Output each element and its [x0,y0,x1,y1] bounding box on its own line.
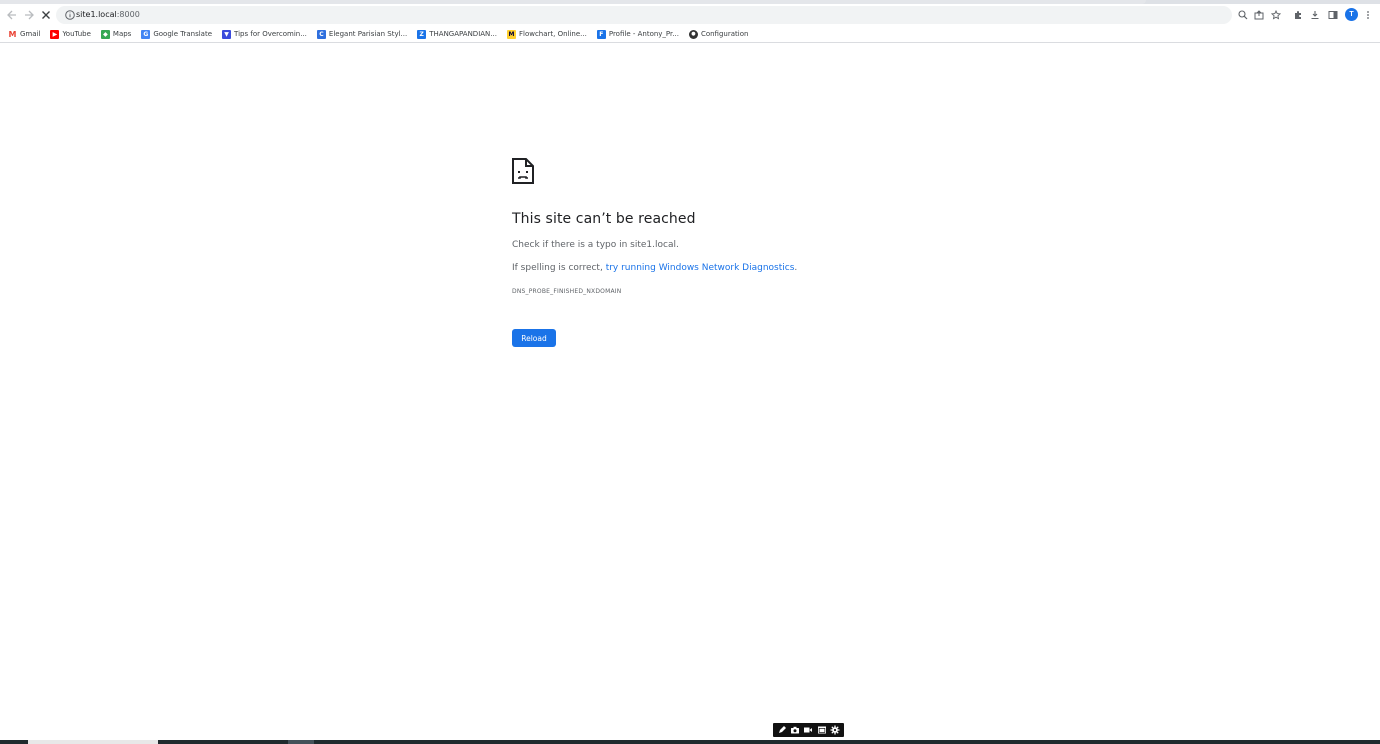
bookmark-label: Elegant Parisian Styl... [328,30,408,38]
gear-icon [830,725,840,735]
share-icon [1254,10,1264,20]
download-icon [1311,11,1319,20]
video-camera-icon [804,727,813,733]
bookmark-label: YouTube [62,30,91,38]
capture-settings-button[interactable] [829,724,841,736]
close-icon [42,11,50,19]
screen-capture-toolbar [773,723,844,737]
bookmarks-bar: M Gmail ▶ YouTube ◆ Maps G Google Translate ▼ Tip… [0,26,1380,43]
bookmark-label: Google Translate [153,30,213,38]
puzzle-icon [1295,11,1301,19]
bookmark-item[interactable]: ◆ Maps [100,27,132,41]
miro-icon: M [506,29,516,39]
menu-button[interactable] [1361,7,1375,23]
capture-window-button[interactable] [816,724,828,736]
bookmark-item[interactable]: G Google Translate [141,27,212,41]
capture-screenshot-button[interactable] [789,724,801,736]
arrow-right-icon [25,10,34,20]
address-bar[interactable]: site1.local:8000 [56,6,1232,24]
url-text[interactable]: site1.local:8000 [76,9,140,21]
info-icon[interactable] [64,9,76,21]
window-icon [817,726,826,734]
bookmark-item[interactable]: ▼ Tips for Overcomin... [222,27,307,41]
bookmark-star-button[interactable] [1269,7,1283,23]
bookmark-label: Flowchart, Online... [518,30,587,38]
arrow-left-icon [7,10,16,20]
bookmark-label: Maps [112,30,132,38]
bookmark-item[interactable]: ▶ YouTube [50,27,91,41]
bookmark-item[interactable]: F Profile - Antony_Pr... [596,27,679,41]
side-panel-button[interactable] [1326,7,1340,23]
github-icon: ● [688,29,698,39]
error-title: This site can’t be reached [512,211,696,227]
bookmark-item[interactable]: M Flowchart, Online... [506,27,587,41]
bookmark-label: Configuration [700,30,749,38]
maps-icon: ◆ [100,29,110,39]
network-diagnostics-link[interactable]: try running Windows Network Diagnostics [606,263,795,273]
taskbar-search[interactable] [28,740,158,744]
url-host: site1.local [76,10,117,19]
star-icon [1271,10,1281,20]
sad-document-icon [512,158,534,184]
error-code: DNS_PROBE_FINISHED_NXDOMAIN [512,288,622,295]
stop-loading-button[interactable] [38,7,54,23]
extensions-button[interactable] [1291,7,1305,23]
error-page: This site can’t be reached Check if ther… [0,44,1380,740]
zoho-icon: Z [417,29,427,39]
back-button[interactable] [4,7,20,23]
bookmark-item[interactable]: C Elegant Parisian Styl... [316,27,408,41]
browser-toolbar: site1.local:8000 T [0,4,1380,26]
error-suggestion-diagnostics: If spelling is correct, try running Wind… [512,263,797,273]
taskbar-active-app[interactable] [288,740,314,744]
camera-icon [791,726,800,734]
diagnostics-prefix: If spelling is correct, [512,263,606,273]
forward-button[interactable] [21,7,37,23]
pencil-icon [778,726,786,733]
bookmark-label: Tips for Overcomin... [234,30,307,38]
downloads-button[interactable] [1308,7,1322,23]
share-button[interactable] [1252,7,1266,23]
bookmark-item[interactable]: M Gmail [8,27,41,41]
translate-icon: G [141,29,151,39]
magnifier-icon [1238,10,1248,20]
bookmark-label: Gmail [20,30,41,38]
bookmark-icon: ▼ [222,29,232,39]
gmail-icon: M [8,29,17,39]
profile-avatar[interactable]: T [1345,8,1358,21]
diagnostics-suffix: . [794,263,798,273]
error-suggestion-typo: Check if there is a typo in site1.local. [512,240,679,250]
bookmark-item[interactable]: ● Configuration [688,27,749,41]
profile-icon: F [596,29,606,39]
bookmark-item[interactable]: Z THANGAPANDIAN... [417,27,497,41]
os-taskbar [0,740,1380,744]
kebab-menu-icon [1367,11,1369,19]
canva-icon: C [316,29,326,39]
bookmark-label: THANGAPANDIAN... [429,30,497,38]
url-port: :8000 [116,10,140,19]
capture-video-button[interactable] [802,724,814,736]
zoom-button[interactable] [1236,7,1250,23]
side-panel-icon [1328,11,1338,19]
bookmark-label: Profile - Antony_Pr... [608,30,679,38]
reload-button[interactable]: Reload [512,329,556,347]
youtube-icon: ▶ [50,29,60,39]
capture-edit-button[interactable] [776,724,788,736]
